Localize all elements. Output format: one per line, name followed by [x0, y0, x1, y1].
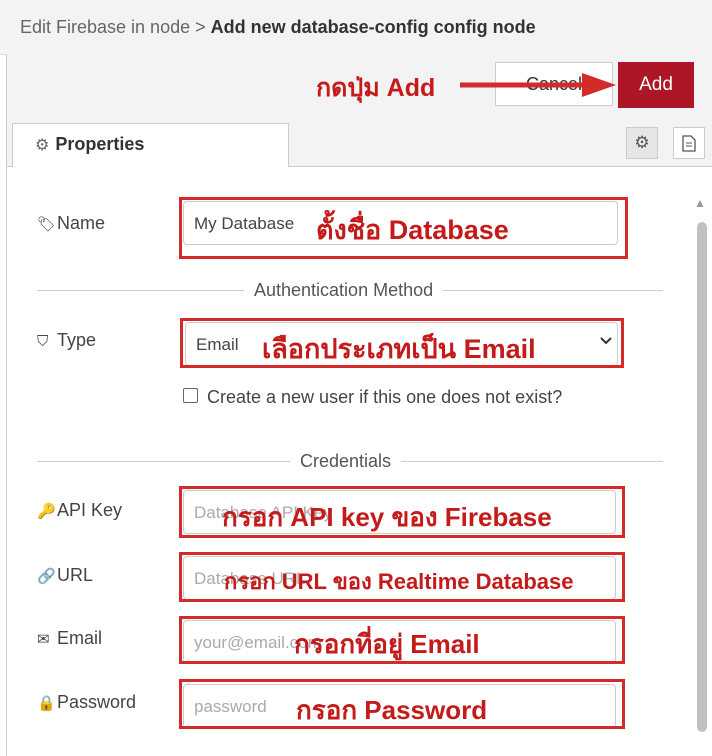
api-key-annotation: กรอก API key ของ Firebase	[222, 502, 552, 532]
url-annotation: กรอก URL ของ Realtime Database	[224, 569, 574, 594]
shield-icon: ⛉	[37, 333, 49, 350]
tag-icon: 🏷	[37, 216, 57, 233]
lock-icon: 🔒	[37, 695, 56, 712]
url-label: 🔗URL	[37, 565, 93, 586]
password-label: 🔒Password	[37, 692, 136, 713]
breadcrumb: Edit Firebase in node > Add new database…	[20, 17, 536, 38]
credentials-section-title: Credentials	[290, 451, 402, 472]
type-annotation: เลือกประเภทเป็น Email	[262, 334, 536, 364]
envelope-icon: ✉	[37, 631, 50, 648]
document-icon	[682, 134, 696, 152]
name-annotation: ตั้งชื่อ Database	[316, 215, 509, 245]
tab-properties[interactable]: ⚙ Properties	[12, 123, 289, 167]
name-label-text: Name	[57, 213, 106, 233]
type-label: ⛉ Type	[37, 330, 96, 351]
gear-icon: ⚙	[634, 133, 650, 152]
breadcrumb-parent: Edit Firebase in node >	[20, 17, 206, 37]
scroll-up-arrow[interactable]: ▲	[694, 196, 706, 210]
link-icon: 🔗	[37, 568, 56, 585]
gear-icon: ⚙	[35, 137, 50, 154]
create-user-checkbox[interactable]	[183, 388, 198, 403]
api-key-label: 🔑API Key	[37, 500, 122, 521]
type-label-text: Type	[57, 330, 97, 350]
email-label-text: Email	[57, 628, 103, 648]
api-key-label-text: API Key	[57, 500, 123, 520]
add-button[interactable]: Add	[618, 62, 694, 108]
email-annotation: กรอกที่อยู่ Email	[294, 629, 480, 659]
name-label: 🏷Name	[37, 213, 105, 234]
auth-section-title: Authentication Method	[244, 280, 444, 301]
scrollbar[interactable]	[697, 222, 707, 732]
settings-tab-button[interactable]: ⚙	[626, 127, 658, 159]
create-user-label: Create a new user if this one does not e…	[207, 387, 563, 407]
add-annotation: กดปุ่ม Add	[316, 74, 436, 102]
url-label-text: URL	[57, 565, 94, 585]
tab-properties-label: Properties	[55, 134, 145, 154]
arrow-right-icon	[460, 73, 616, 97]
password-label-text: Password	[57, 692, 137, 712]
password-annotation: กรอก Password	[296, 695, 488, 725]
breadcrumb-current: Add new database-config config node	[210, 17, 536, 37]
description-tab-button[interactable]	[673, 127, 705, 159]
key-icon: 🔑	[37, 503, 56, 520]
email-label: ✉ Email	[37, 628, 102, 649]
